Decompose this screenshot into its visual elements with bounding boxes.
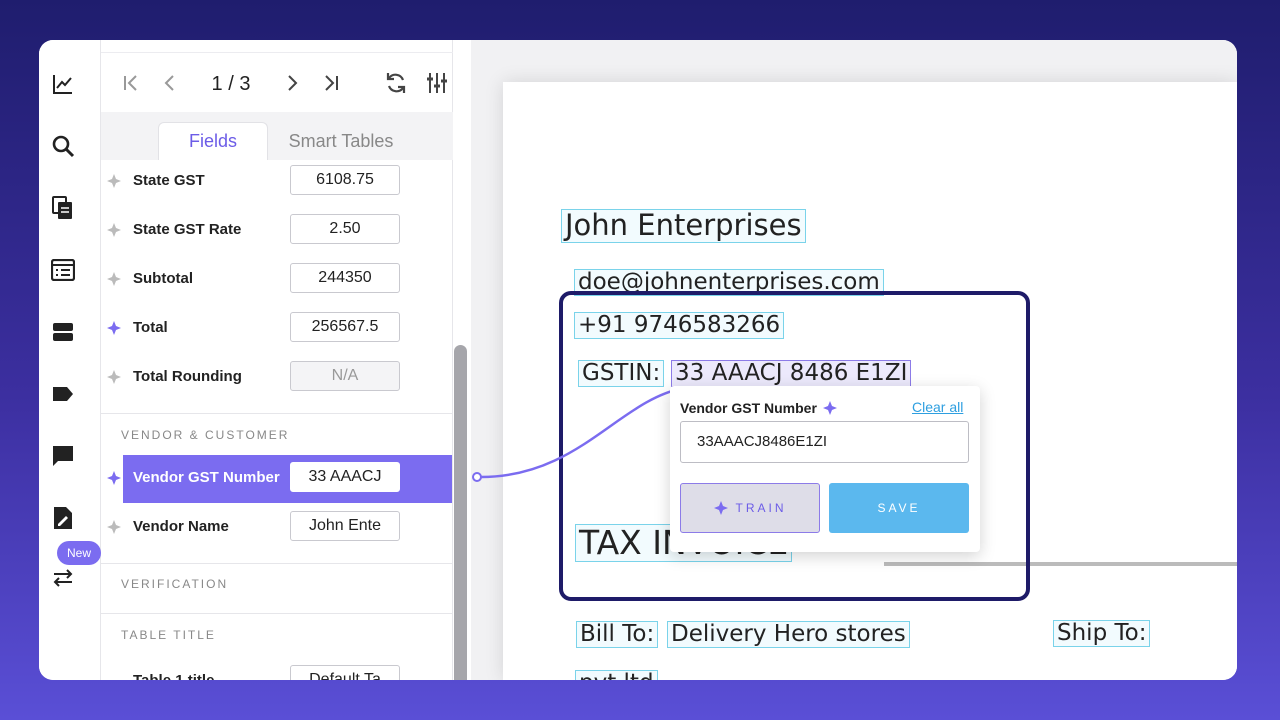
field-label: Total [133,319,168,336]
field-value-input[interactable]: 244350 [290,263,400,293]
last-page-icon[interactable] [319,71,343,95]
edit-document-icon[interactable] [51,506,75,530]
divider [101,563,453,564]
doc-bill-to-label[interactable]: Bill To: [576,621,659,649]
sparkle-icon [107,520,121,534]
popup-title: Vendor GST Number [680,400,837,416]
field-row-vendor-name[interactable]: Vendor Name John Ente [101,504,453,552]
search-icon[interactable] [51,134,75,158]
field-row-total-rounding[interactable]: Total Rounding N/A [101,354,453,402]
field-value-input[interactable]: 33 AAACJ [290,462,400,492]
field-label: State GST [133,172,205,189]
divider [101,613,453,614]
divider [101,413,453,414]
new-badge: New [57,541,101,565]
sparkle-icon [713,501,728,515]
save-button[interactable]: SAVE [829,483,969,533]
tab-fields[interactable]: Fields [158,122,268,160]
field-label: Table 1 title [133,672,214,680]
field-label: Subtotal [133,270,193,287]
label-tag-icon[interactable] [51,382,75,406]
tab-smart-tables[interactable]: Smart Tables [271,122,411,160]
field-row-state-gst-rate[interactable]: State GST Rate 2.50 [101,207,453,255]
sparkle-icon [822,401,837,415]
field-value-input[interactable]: 6108.75 [290,165,400,195]
doc-bill-to-value[interactable]: Delivery Hero stores [667,621,910,649]
sparkle-icon [107,370,121,384]
next-page-icon[interactable] [280,71,304,95]
fields-panel: 1 / 3 Fields Smart Tables State GST 6108… [101,40,453,680]
page-navigator: 1 / 3 [101,52,453,112]
documents-icon[interactable] [51,196,75,220]
page-count: 1 / 3 [211,73,251,95]
doc-company-name[interactable]: John Enterprises [561,209,806,243]
panel-scrollbar[interactable] [454,345,467,680]
field-value-input[interactable]: 2.50 [290,214,400,244]
doc-partial-line[interactable]: pvt ltd [575,670,658,680]
layers-icon[interactable] [51,320,75,344]
field-label: Total Rounding [133,368,242,385]
field-row-state-gst[interactable]: State GST 6108.75 [101,158,453,206]
field-row-total[interactable]: Total 256567.5 [101,305,453,353]
field-value-input[interactable]: Default Ta [290,665,400,680]
gst-number-input[interactable]: 33AAACJ8486E1ZI [680,421,969,463]
field-row-vendor-gst-number[interactable]: Vendor GST Number 33 AAACJ [101,455,453,503]
field-row-subtotal[interactable]: Subtotal 244350 [101,256,453,304]
sparkle-icon [107,471,121,485]
clear-all-link[interactable]: Clear all [912,399,963,415]
train-button-label: TRAIN [735,501,787,515]
icon-rail: New [39,40,101,680]
swap-arrows-icon[interactable] [51,566,75,590]
sparkle-icon [107,321,121,335]
table-list-icon[interactable] [51,258,75,282]
section-heading-vendor-customer: VENDOR & CUSTOMER [121,428,290,442]
panel-tabs: Fields Smart Tables [101,112,453,160]
doc-ship-to-label[interactable]: Ship To: [1053,620,1151,648]
train-button[interactable]: TRAIN [680,483,820,533]
first-page-icon[interactable] [119,71,143,95]
analytics-icon[interactable] [51,72,75,96]
filter-sliders-icon[interactable] [425,71,449,95]
field-value-input[interactable]: 256567.5 [290,312,400,342]
app-window: New 1 / 3 Fields Smart Tables State GST … [39,40,1237,680]
section-heading-verification: VERIFICATION [121,577,229,591]
refresh-icon[interactable] [384,71,408,95]
field-value-input[interactable]: N/A [290,361,400,391]
prev-page-icon[interactable] [158,71,182,95]
popup-title-text: Vendor GST Number [680,400,817,416]
sparkle-icon [107,272,121,286]
field-label: Vendor Name [133,518,229,535]
field-label: State GST Rate [133,221,242,238]
sparkle-icon [107,174,121,188]
chat-icon[interactable] [51,444,75,468]
field-label: Vendor GST Number [133,469,280,486]
field-edit-popup: Vendor GST Number Clear all 33AAACJ8486E… [670,386,980,552]
field-value-input[interactable]: John Ente [290,511,400,541]
field-row-table-1-title[interactable]: Table 1 title Default Ta [101,658,453,680]
section-heading-table-title: TABLE TITLE [121,628,216,642]
sparkle-icon [107,223,121,237]
